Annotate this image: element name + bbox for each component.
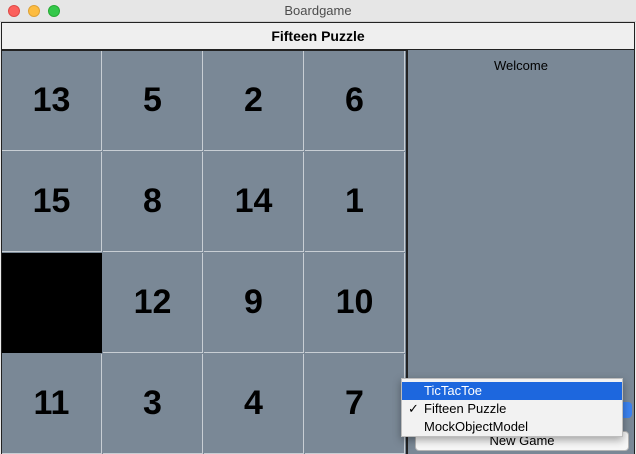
menu-item-mockobjectmodel[interactable]: MockObjectModel: [402, 418, 622, 436]
puzzle-tile[interactable]: 12: [103, 253, 203, 353]
menu-item-label: MockObjectModel: [424, 419, 529, 434]
welcome-message: Welcome: [494, 58, 548, 73]
game-selector-menu: TicTacToe ✓ Fifteen Puzzle MockObjectMod…: [401, 378, 623, 437]
game-title: Fifteen Puzzle: [1, 22, 635, 50]
puzzle-tile[interactable]: 13: [2, 51, 102, 151]
menu-item-label: Fifteen Puzzle: [424, 401, 507, 416]
puzzle-tile[interactable]: 8: [103, 152, 203, 252]
puzzle-tile[interactable]: 10: [305, 253, 405, 353]
puzzle-tile[interactable]: 5: [103, 51, 203, 151]
check-icon: ✓: [408, 401, 419, 416]
puzzle-tile[interactable]: 15: [2, 152, 102, 252]
puzzle-tile[interactable]: 11: [2, 354, 102, 454]
puzzle-tile[interactable]: 6: [305, 51, 405, 151]
puzzle-tile[interactable]: 2: [204, 51, 304, 151]
puzzle-tile[interactable]: 7: [305, 354, 405, 454]
menu-item-fifteen-puzzle[interactable]: ✓ Fifteen Puzzle: [402, 400, 622, 418]
puzzle-tile[interactable]: 14: [204, 152, 304, 252]
empty-tile[interactable]: [2, 253, 102, 353]
menu-item-tictactoe[interactable]: TicTacToe: [402, 382, 622, 400]
menu-item-label: TicTacToe: [424, 383, 483, 398]
puzzle-tile[interactable]: 1: [305, 152, 405, 252]
puzzle-tile[interactable]: 9: [204, 253, 304, 353]
window-title-bar: Boardgame: [0, 0, 636, 22]
puzzle-board: 13 5 2 6 15 8 14 1 12 9 10 11 3 4 7: [1, 50, 406, 454]
puzzle-tile[interactable]: 4: [204, 354, 304, 454]
window-title: Boardgame: [284, 3, 352, 18]
puzzle-tile[interactable]: 3: [103, 354, 203, 454]
